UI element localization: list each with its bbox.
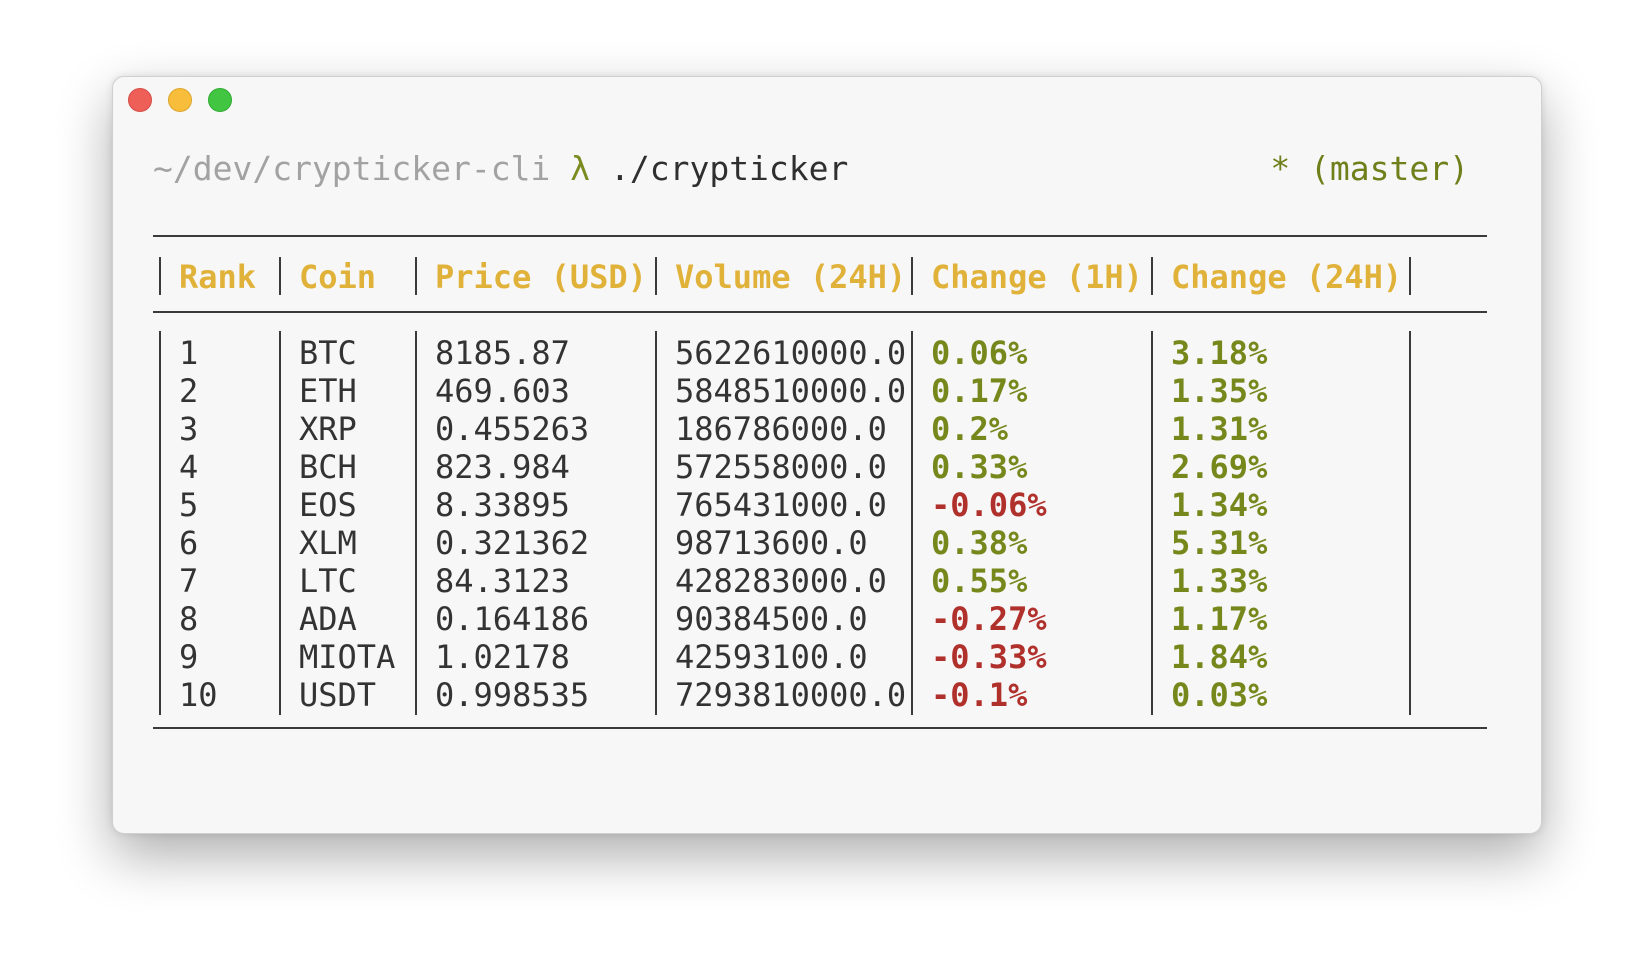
- column-header-rank: Rank: [179, 258, 257, 296]
- volume-cell: 5622610000.0: [675, 334, 907, 372]
- rank-cell: 7: [179, 562, 199, 600]
- rank-cell: 4: [179, 448, 199, 486]
- price-cell: 8.33895: [435, 486, 570, 524]
- change-24h-cell: 1.31%: [1171, 410, 1268, 448]
- coin-cell: MIOTA: [299, 638, 396, 676]
- change-24h-cell: 1.33%: [1171, 562, 1268, 600]
- change-1h-cell: 0.55%: [931, 562, 1028, 600]
- volume-cell: 572558000.0: [675, 448, 887, 486]
- change-1h-cell: -0.06%: [931, 486, 1047, 524]
- coin-cell: BTC: [299, 334, 357, 372]
- coin-cell: USDT: [299, 676, 377, 714]
- coin-cell: EOS: [299, 486, 357, 524]
- git-branch-status: * (master): [1270, 149, 1469, 188]
- body-column-separator: [1409, 331, 1411, 715]
- price-cell: 0.321362: [435, 524, 590, 562]
- body-column-separator: [911, 331, 913, 715]
- minimize-window-button[interactable]: [168, 88, 192, 112]
- change-1h-cell: 0.38%: [931, 524, 1028, 562]
- coin-cell: ETH: [299, 372, 357, 410]
- change-24h-cell: 0.03%: [1171, 676, 1268, 714]
- volume-cell: 90384500.0: [675, 600, 868, 638]
- column-header-price-usd: Price (USD): [435, 258, 647, 296]
- rank-cell: 1: [179, 334, 199, 372]
- body-column-separator: [655, 331, 657, 715]
- prompt-symbol: λ: [570, 149, 591, 188]
- header-column-separator: [415, 257, 417, 295]
- body-column-separator: [415, 331, 417, 715]
- shell-prompt: ~/dev/crypticker-cli λ ./crypticker: [153, 147, 848, 191]
- change-24h-cell: 1.35%: [1171, 372, 1268, 410]
- volume-cell: 42593100.0: [675, 638, 868, 676]
- table-header-rule: [153, 311, 1487, 313]
- column-header-change-24h: Change (24H): [1171, 258, 1403, 296]
- change-1h-cell: -0.1%: [931, 676, 1028, 714]
- coin-cell: XRP: [299, 410, 357, 448]
- volume-cell: 5848510000.0: [675, 372, 907, 410]
- body-column-separator: [1151, 331, 1153, 715]
- header-column-separator: [911, 257, 913, 295]
- change-1h-cell: 0.06%: [931, 334, 1028, 372]
- change-1h-cell: 0.2%: [931, 410, 1009, 448]
- header-column-separator: [159, 257, 161, 295]
- change-24h-cell: 2.69%: [1171, 448, 1268, 486]
- change-24h-cell: 1.17%: [1171, 600, 1268, 638]
- rank-cell: 9: [179, 638, 199, 676]
- coin-cell: LTC: [299, 562, 357, 600]
- change-24h-cell: 5.31%: [1171, 524, 1268, 562]
- change-1h-cell: 0.17%: [931, 372, 1028, 410]
- price-cell: 1.02178: [435, 638, 570, 676]
- volume-cell: 765431000.0: [675, 486, 887, 524]
- volume-cell: 428283000.0: [675, 562, 887, 600]
- maximize-window-button[interactable]: [208, 88, 232, 112]
- price-cell: 0.164186: [435, 600, 590, 638]
- price-cell: 84.3123: [435, 562, 570, 600]
- rank-cell: 6: [179, 524, 199, 562]
- coin-cell: XLM: [299, 524, 357, 562]
- rank-cell: 10: [179, 676, 218, 714]
- terminal-window: ~/dev/crypticker-cli λ ./crypticker * (m…: [112, 76, 1542, 834]
- rank-cell: 8: [179, 600, 199, 638]
- prompt-path: ~/dev/crypticker-cli: [153, 149, 551, 188]
- change-24h-cell: 1.84%: [1171, 638, 1268, 676]
- change-1h-cell: 0.33%: [931, 448, 1028, 486]
- coin-cell: ADA: [299, 600, 357, 638]
- header-column-separator: [1409, 257, 1411, 295]
- change-1h-cell: -0.27%: [931, 600, 1047, 638]
- price-cell: 0.998535: [435, 676, 590, 714]
- volume-cell: 7293810000.0: [675, 676, 907, 714]
- rank-cell: 3: [179, 410, 199, 448]
- change-24h-cell: 3.18%: [1171, 334, 1268, 372]
- price-cell: 0.455263: [435, 410, 590, 448]
- header-column-separator: [279, 257, 281, 295]
- column-header-change-1h: Change (1H): [931, 258, 1143, 296]
- body-column-separator: [159, 331, 161, 715]
- table-bottom-rule: [153, 727, 1487, 729]
- close-window-button[interactable]: [128, 88, 152, 112]
- column-header-coin: Coin: [299, 258, 377, 296]
- table-top-rule: [153, 235, 1487, 237]
- rank-cell: 5: [179, 486, 199, 524]
- volume-cell: 186786000.0: [675, 410, 887, 448]
- header-column-separator: [1151, 257, 1153, 295]
- column-header-volume-24h: Volume (24H): [675, 258, 907, 296]
- price-cell: 8185.87: [435, 334, 570, 372]
- change-1h-cell: -0.33%: [931, 638, 1047, 676]
- header-column-separator: [655, 257, 657, 295]
- volume-cell: 98713600.0: [675, 524, 868, 562]
- body-column-separator: [279, 331, 281, 715]
- command-text: ./crypticker: [609, 149, 849, 188]
- price-cell: 469.603: [435, 372, 570, 410]
- price-cell: 823.984: [435, 448, 570, 486]
- coin-cell: BCH: [299, 448, 357, 486]
- change-24h-cell: 1.34%: [1171, 486, 1268, 524]
- rank-cell: 2: [179, 372, 199, 410]
